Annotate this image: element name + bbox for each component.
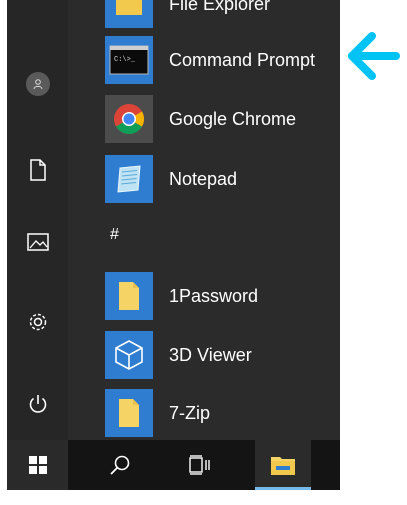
app-tile (105, 95, 153, 143)
notepad-icon (117, 165, 141, 193)
task-view-button[interactable] (175, 440, 225, 490)
svg-text:C:\>_: C:\>_ (114, 56, 136, 64)
app-label: 3D Viewer (169, 345, 252, 365)
settings-icon (29, 313, 46, 331)
start-menu: File Explorer C:\>_ Command Prompt Googl… (7, 0, 340, 490)
start-rail (7, 0, 68, 440)
app-item-file-explorer[interactable]: File Explorer (68, 0, 340, 33)
app-label: Notepad (169, 169, 238, 189)
pictures-button[interactable] (7, 222, 68, 262)
app-label: Google Chrome (169, 109, 297, 129)
file-explorer-taskbar-button[interactable] (255, 440, 311, 490)
app-label: 1Password (169, 286, 259, 306)
app-tile (105, 155, 153, 203)
settings-button[interactable] (7, 302, 68, 342)
power-button[interactable] (7, 384, 68, 424)
documents-icon (29, 159, 46, 181)
arrow-left-icon (348, 32, 400, 80)
start-button[interactable] (7, 440, 68, 490)
app-label: 7-Zip (169, 403, 211, 423)
folder-icon (119, 399, 139, 427)
cube-icon (115, 340, 143, 370)
app-tile (105, 0, 153, 28)
task-view-icon (189, 455, 210, 475)
app-tile (105, 331, 153, 379)
file-explorer-icon (271, 457, 295, 475)
app-item-notepad[interactable]: Notepad (68, 150, 340, 208)
cmd-icon: C:\>_ (109, 45, 149, 75)
app-tile (105, 389, 153, 437)
folder-icon (119, 282, 139, 310)
app-tile (105, 272, 153, 320)
app-item-3d-viewer[interactable]: 3D Viewer (68, 326, 340, 384)
documents-button[interactable] (7, 150, 68, 190)
section-header[interactable]: # (110, 226, 119, 244)
app-item-command-prompt[interactable]: C:\>_ Command Prompt (68, 31, 340, 89)
user-avatar (25, 72, 50, 96)
folder-icon (116, 0, 142, 15)
power-icon (29, 395, 46, 413)
app-label: Command Prompt (169, 50, 316, 70)
windows-start-icon (28, 456, 47, 474)
app-item-7-zip[interactable]: 7-Zip (68, 384, 340, 442)
app-list: File Explorer C:\>_ Command Prompt Googl… (68, 0, 340, 440)
app-item-google-chrome[interactable]: Google Chrome (68, 90, 340, 148)
taskbar (7, 440, 340, 490)
chrome-icon (114, 104, 145, 135)
pictures-icon (26, 233, 49, 251)
app-tile: C:\>_ (105, 36, 153, 84)
search-icon (110, 455, 130, 475)
app-item-1password[interactable]: 1Password (68, 267, 340, 325)
user-account-button[interactable] (7, 64, 68, 104)
user-icon (33, 79, 42, 90)
search-button[interactable] (95, 440, 145, 490)
app-label: File Explorer (169, 0, 271, 14)
active-indicator (255, 487, 311, 490)
